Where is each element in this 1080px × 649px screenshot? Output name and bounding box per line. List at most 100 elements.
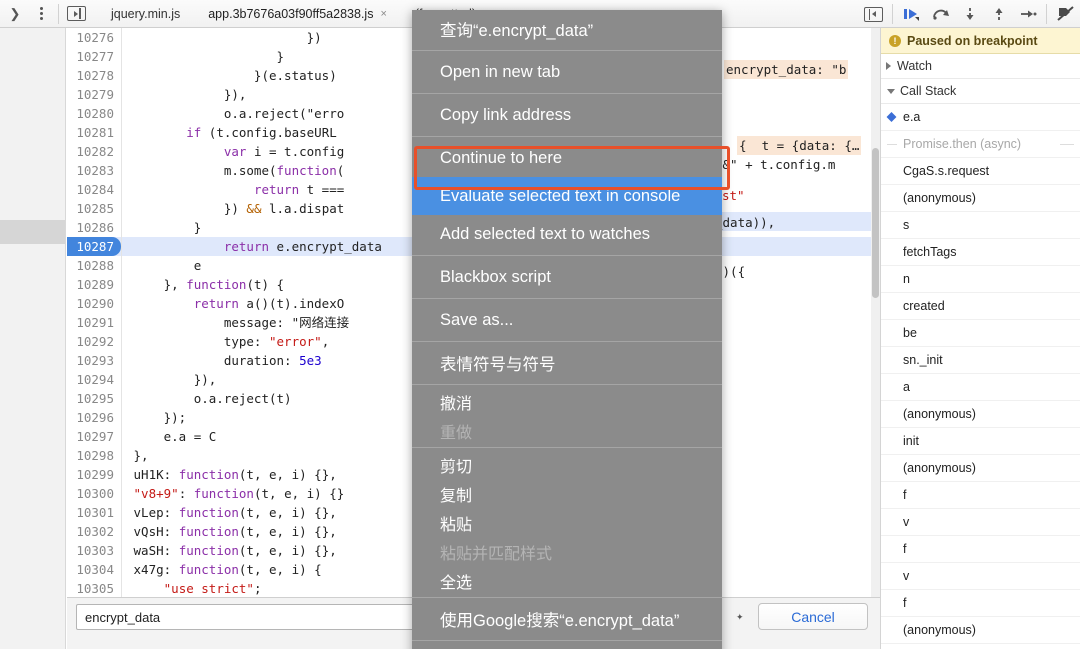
- menu-item-item[interactable]: 撤消: [412, 387, 722, 416]
- line-number[interactable]: 10294: [67, 370, 121, 389]
- line-number[interactable]: 10300: [67, 484, 121, 503]
- line-number[interactable]: 10291: [67, 313, 121, 332]
- call-stack-row[interactable]: a: [881, 374, 1080, 401]
- line-number[interactable]: 10276: [67, 28, 121, 47]
- line-number[interactable]: 10292: [67, 332, 121, 351]
- navigator-panel[interactable]: [0, 28, 66, 649]
- line-number[interactable]: 10298: [67, 446, 121, 465]
- line-number[interactable]: 10277: [67, 47, 121, 66]
- section-call-stack[interactable]: Call Stack: [881, 79, 1080, 104]
- step-into-next-function-call-icon[interactable]: [955, 0, 984, 28]
- call-stack-row[interactable]: f: [881, 536, 1080, 563]
- step-out-of-current-function-icon[interactable]: [984, 0, 1013, 28]
- cancel-button[interactable]: Cancel: [758, 603, 868, 630]
- navigator-row[interactable]: [0, 28, 65, 52]
- call-stack-row[interactable]: (anonymous): [881, 617, 1080, 644]
- menu-item-continue-to-here[interactable]: Continue to here: [412, 139, 722, 177]
- menu-item-google-e-encrypt-data[interactable]: 使用Google搜索“e.encrypt_data”: [412, 600, 722, 638]
- line-number[interactable]: 10288: [67, 256, 121, 275]
- call-stack-row[interactable]: v: [881, 509, 1080, 536]
- line-number[interactable]: 10299: [67, 465, 121, 484]
- show-navigator-icon[interactable]: [63, 1, 89, 27]
- line-number[interactable]: 10278: [67, 66, 121, 85]
- line-number[interactable]: 10303: [67, 541, 121, 560]
- line-number[interactable]: 10283: [67, 161, 121, 180]
- call-stack-row[interactable]: n: [881, 266, 1080, 293]
- menu-item-item[interactable]: 语言设置: [412, 643, 722, 649]
- call-stack-row[interactable]: sn._init: [881, 347, 1080, 374]
- call-stack-row[interactable]: e.a: [881, 104, 1080, 131]
- show-debugger-icon[interactable]: [859, 0, 888, 28]
- navigator-row[interactable]: [0, 124, 65, 148]
- call-stack-row[interactable]: f: [881, 482, 1080, 509]
- call-stack-row[interactable]: be: [881, 320, 1080, 347]
- code-fragment-data-tail: _data)),: [715, 215, 776, 230]
- menu-item-blackbox-script[interactable]: Blackbox script: [412, 258, 722, 296]
- menu-item-label: 撤消: [440, 395, 473, 413]
- line-number[interactable]: 10296: [67, 408, 121, 427]
- line-number[interactable]: 10284: [67, 180, 121, 199]
- line-number[interactable]: 10286: [67, 218, 121, 237]
- scrollbar-thumb[interactable]: [872, 148, 879, 298]
- line-number[interactable]: 10281: [67, 123, 121, 142]
- deactivate-breakpoints-icon[interactable]: [1051, 0, 1080, 28]
- line-number[interactable]: 10280: [67, 104, 121, 123]
- toolbar-left-controls: ❯: [0, 0, 89, 28]
- call-stack-row[interactable]: CgaS.s.request: [881, 158, 1080, 185]
- line-number[interactable]: 10302: [67, 522, 121, 541]
- call-stack-row[interactable]: (anonymous): [881, 455, 1080, 482]
- menu-item-add-selected-text-to-watches[interactable]: Add selected text to watches: [412, 215, 722, 253]
- call-stack-row[interactable]: fetchTags: [881, 239, 1080, 266]
- context-menu-items: 查询“e.encrypt_data” Open in new tab Copy li…: [412, 10, 722, 649]
- menu-item-item[interactable]: 剪切: [412, 450, 722, 479]
- chevron-right-icon[interactable]: ❯: [2, 1, 28, 27]
- line-number[interactable]: 10295: [67, 389, 121, 408]
- step-icon[interactable]: [1013, 0, 1042, 28]
- navigator-row[interactable]: [0, 172, 65, 196]
- editor-vertical-scrollbar[interactable]: [871, 28, 880, 597]
- call-stack-row[interactable]: created: [881, 293, 1080, 320]
- kebab-menu-icon[interactable]: [28, 1, 54, 27]
- call-stack-row[interactable]: init: [881, 428, 1080, 455]
- navigator-row[interactable]: [0, 100, 65, 124]
- menu-item-e-encrypt-data[interactable]: 查询“e.encrypt_data”: [412, 10, 722, 48]
- inline-value-tooltip-encrypt-data: encrypt_data: "b: [724, 60, 849, 79]
- menu-item-evaluate-selected-text-in-console[interactable]: Evaluate selected text in console: [412, 177, 722, 215]
- menu-item-item[interactable]: 粘贴: [412, 508, 722, 537]
- navigator-row[interactable]: [0, 76, 65, 100]
- call-stack-row[interactable]: f: [881, 590, 1080, 617]
- line-number[interactable]: 10289: [67, 275, 121, 294]
- line-number[interactable]: 10304: [67, 560, 121, 579]
- line-number[interactable]: 10290: [67, 294, 121, 313]
- section-watch[interactable]: Watch: [881, 54, 1080, 79]
- line-number[interactable]: 10282: [67, 142, 121, 161]
- tab-app-bundle[interactable]: app.3b7676a03f90ff5a2838.js ×: [194, 0, 401, 28]
- line-number[interactable]: 10279: [67, 85, 121, 104]
- menu-item-copy-link-address[interactable]: Copy link address: [412, 96, 722, 134]
- line-number[interactable]: 10301: [67, 503, 121, 522]
- tab-jquery-min-js[interactable]: jquery.min.js: [97, 0, 194, 28]
- menu-item-item[interactable]: 全选: [412, 566, 722, 595]
- step-over-next-function-call-icon[interactable]: [926, 0, 955, 28]
- call-stack-row[interactable]: s: [881, 212, 1080, 239]
- navigator-row-selected[interactable]: [0, 220, 65, 244]
- line-number[interactable]: 10285: [67, 199, 121, 218]
- close-icon[interactable]: ×: [380, 8, 386, 20]
- call-stack-row[interactable]: (anonymous): [881, 401, 1080, 428]
- call-stack-row[interactable]: (anonymous): [881, 185, 1080, 212]
- call-stack-row[interactable]: v: [881, 563, 1080, 590]
- resume-script-execution-icon[interactable]: [897, 0, 926, 28]
- line-number[interactable]: 10297: [67, 427, 121, 446]
- toolbar-divider: [1046, 4, 1047, 24]
- navigator-row[interactable]: [0, 52, 65, 76]
- menu-item-open-in-new-tab[interactable]: Open in new tab: [412, 53, 722, 91]
- menu-item-item[interactable]: 表情符号与符号: [412, 344, 722, 382]
- menu-item-save-as[interactable]: Save as...: [412, 301, 722, 339]
- line-number[interactable]: 10305: [67, 579, 121, 597]
- line-number[interactable]: 10287: [67, 237, 121, 256]
- navigator-row[interactable]: [0, 196, 65, 220]
- menu-item-item[interactable]: 复制: [412, 479, 722, 508]
- line-number[interactable]: 10293: [67, 351, 121, 370]
- navigator-row[interactable]: [0, 148, 65, 172]
- context-menu[interactable]: 查询“e.encrypt_data” Open in new tab Copy li…: [412, 10, 722, 649]
